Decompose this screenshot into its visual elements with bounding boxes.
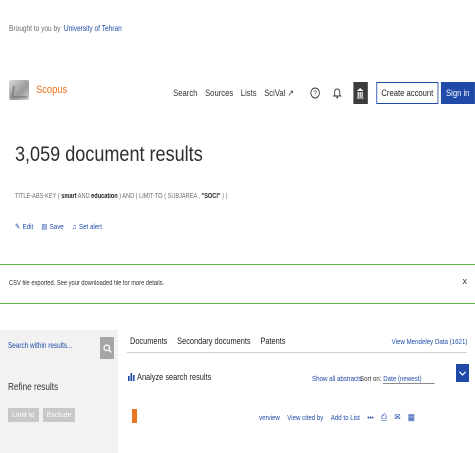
analyze-search-results-link[interactable]: Analyze search results <box>128 372 211 382</box>
search-within-input[interactable]: Search within results... <box>8 341 72 350</box>
set-alert-label: Set alert <box>79 222 102 231</box>
view-overview-link[interactable]: verview <box>259 413 280 422</box>
select-all-checkbox[interactable] <box>132 409 137 423</box>
refine-results-heading: Refine results <box>8 382 59 393</box>
query-part: AND <box>76 193 92 200</box>
elsevier-tree-icon <box>9 80 29 100</box>
tab-patents[interactable]: Patents <box>260 336 285 346</box>
refine-sidebar: Search within results... Refine results … <box>0 330 118 453</box>
query-part: TITLE-ABS-KEY ( <box>15 193 62 200</box>
institution-link[interactable]: University of Tehran <box>64 24 122 33</box>
create-account-button[interactable]: Create account <box>376 82 439 104</box>
svg-text:?: ? <box>314 90 318 98</box>
bar-chart-icon <box>128 373 135 381</box>
tab-divider <box>127 352 467 353</box>
export-notification: CSV file exported. See your downloaded f… <box>0 264 475 304</box>
query-actions: ✎ Edit ▤ Save ♫ Set alert <box>15 222 102 231</box>
query-part: ) AND ( LIMIT-TO ( SUBJAREA , <box>117 193 202 200</box>
search-icon[interactable] <box>100 337 114 359</box>
sort-select[interactable]: Date (newest) <box>383 374 435 384</box>
notification-message: CSV file exported. See your downloaded f… <box>9 280 165 287</box>
results-toolbar: verview View cited by Add to List ••• ⎙ … <box>130 405 475 427</box>
tab-secondary-documents[interactable]: Secondary documents <box>177 336 250 346</box>
brought-to-you-by: Brought to you by University of Tehran <box>9 24 122 33</box>
view-mendeley-data-link[interactable]: View Mendeley Data (1621) <box>391 337 467 346</box>
help-icon[interactable]: ? <box>310 86 322 100</box>
nav-scival[interactable]: SciVal ↗ <box>265 88 295 99</box>
nav-sources[interactable]: Sources <box>206 88 234 98</box>
sort-control: Sort on: Date (newest) <box>360 374 435 384</box>
brand-name: Scopus <box>36 84 68 96</box>
top-navigation: Search Sources Lists SciVal ↗ ? Create a… <box>174 82 475 104</box>
pencil-icon: ✎ <box>15 222 21 231</box>
refine-buttons: Limit to Exclude <box>8 408 76 422</box>
more-icon[interactable]: ••• <box>367 413 373 422</box>
view-cited-by-link[interactable]: View cited by <box>287 413 323 422</box>
result-tabs: Documents Secondary documents Patents <box>130 336 285 346</box>
edit-label: Edit <box>22 222 34 231</box>
query-term-education: education <box>91 193 118 200</box>
row-actions: verview View cited by Add to List ••• ⎙ … <box>259 412 415 423</box>
limit-to-button[interactable]: Limit to <box>8 408 39 422</box>
save-button[interactable]: ▤ Save <box>41 222 63 231</box>
edit-button[interactable]: ✎ Edit <box>15 222 33 231</box>
page-title: 3,059 document results <box>15 143 203 166</box>
bibliography-icon[interactable]: ▦ <box>408 412 415 423</box>
save-icon: ▤ <box>41 222 48 231</box>
search-query: TITLE-ABS-KEY ( smart AND education ) AN… <box>15 193 227 200</box>
set-alert-button[interactable]: ♫ Set alert <box>72 222 102 231</box>
sort-label: Sort on: <box>360 374 382 383</box>
bell-icon[interactable] <box>332 86 344 100</box>
print-icon[interactable]: ⎙ <box>381 412 387 423</box>
save-label: Save <box>49 222 64 231</box>
add-to-list-link[interactable]: Add to List <box>331 413 360 422</box>
query-part: ) ) <box>220 193 228 200</box>
tab-documents[interactable]: Documents <box>130 336 167 346</box>
brought-prefix: Brought to you by <box>9 24 61 33</box>
bell-icon: ♫ <box>71 222 77 231</box>
exclude-button[interactable]: Exclude <box>42 408 76 422</box>
close-icon[interactable]: x <box>463 276 468 286</box>
query-term-smart: smart <box>61 193 77 200</box>
nav-search[interactable]: Search <box>174 88 198 98</box>
email-icon[interactable]: ✉ <box>394 412 400 423</box>
chevron-down-icon[interactable] <box>456 364 469 382</box>
sign-in-button[interactable]: Sign in <box>441 82 475 104</box>
query-term-soci: "SOCI" <box>201 193 221 200</box>
nav-lists[interactable]: Lists <box>241 88 257 98</box>
show-all-abstracts-link[interactable]: Show all abstracts <box>312 374 362 383</box>
scopus-logo[interactable]: Scopus <box>9 80 73 100</box>
analyze-label: Analyze search results <box>137 372 212 382</box>
library-icon[interactable] <box>353 82 369 104</box>
